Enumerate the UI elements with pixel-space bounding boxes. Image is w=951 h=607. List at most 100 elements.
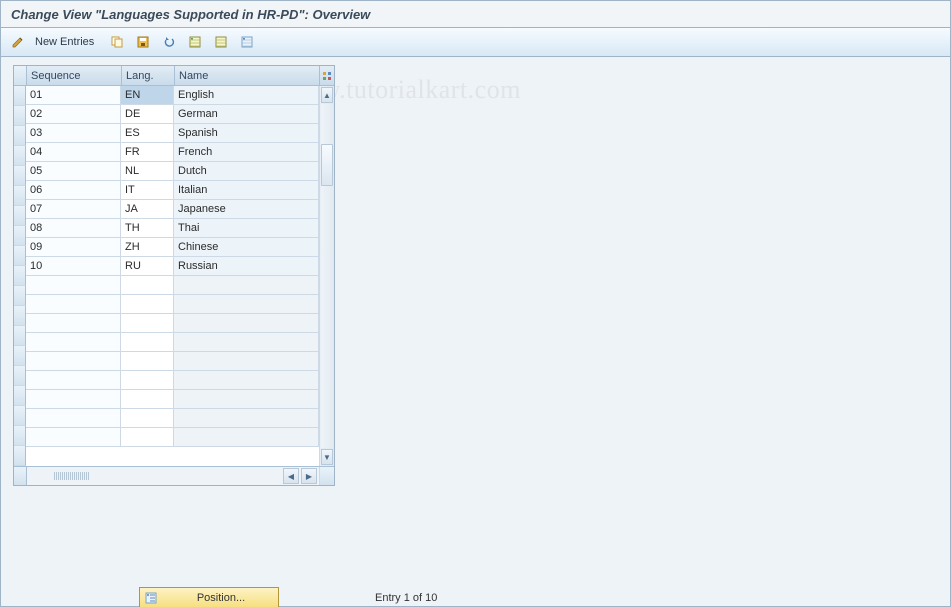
column-header-sequence[interactable]: Sequence	[27, 66, 122, 86]
row-selector[interactable]	[14, 286, 26, 306]
scroll-left-icon[interactable]: ◀	[283, 468, 299, 484]
table-row[interactable]	[26, 333, 319, 352]
row-selector[interactable]	[14, 246, 26, 266]
cell-lang[interactable]: IT	[121, 181, 174, 200]
table-settings-icon[interactable]	[320, 66, 334, 86]
cell-lang[interactable]: FR	[121, 143, 174, 162]
scroll-down-icon[interactable]: ▼	[321, 449, 333, 465]
table-row[interactable]: 08THThai	[26, 219, 319, 238]
row-selector[interactable]	[14, 366, 26, 386]
cell-sequence[interactable]	[26, 276, 121, 295]
cell-name[interactable]: French	[174, 143, 319, 162]
row-selector[interactable]	[14, 126, 26, 146]
table-row[interactable]: 07JAJapanese	[26, 200, 319, 219]
cell-sequence[interactable]: 02	[26, 105, 121, 124]
cell-sequence[interactable]: 10	[26, 257, 121, 276]
cell-sequence[interactable]: 03	[26, 124, 121, 143]
cell-sequence[interactable]	[26, 333, 121, 352]
cell-name[interactable]: Italian	[174, 181, 319, 200]
cell-name[interactable]	[174, 371, 319, 390]
cell-sequence[interactable]	[26, 390, 121, 409]
cell-name[interactable]: Spanish	[174, 124, 319, 143]
column-header-name[interactable]: Name	[175, 66, 320, 86]
scroll-up-icon[interactable]: ▲	[321, 87, 333, 103]
cell-lang[interactable]	[121, 333, 174, 352]
select-all-icon[interactable]	[184, 31, 206, 53]
cell-name[interactable]	[174, 409, 319, 428]
cell-sequence[interactable]: 09	[26, 238, 121, 257]
row-selector[interactable]	[14, 386, 26, 406]
cell-lang[interactable]: NL	[121, 162, 174, 181]
cell-sequence[interactable]	[26, 428, 121, 447]
cell-lang[interactable]	[121, 295, 174, 314]
row-selector[interactable]	[14, 226, 26, 246]
row-selector[interactable]	[14, 166, 26, 186]
column-header-lang[interactable]: Lang.	[122, 66, 175, 86]
cell-sequence[interactable]	[26, 295, 121, 314]
cell-name[interactable]: Dutch	[174, 162, 319, 181]
table-row[interactable]: 10RURussian	[26, 257, 319, 276]
row-selector[interactable]	[14, 186, 26, 206]
hscroll-handle-zone[interactable]	[27, 467, 117, 485]
cell-sequence[interactable]	[26, 352, 121, 371]
row-selector[interactable]	[14, 206, 26, 226]
cell-lang[interactable]: DE	[121, 105, 174, 124]
row-selector[interactable]	[14, 426, 26, 446]
undo-icon[interactable]	[158, 31, 180, 53]
cell-lang[interactable]: EN	[121, 86, 174, 105]
cell-lang[interactable]: RU	[121, 257, 174, 276]
table-row[interactable]	[26, 409, 319, 428]
row-selector-header[interactable]	[14, 66, 27, 86]
row-selector[interactable]	[14, 406, 26, 426]
cell-name[interactable]	[174, 333, 319, 352]
row-selector[interactable]	[14, 106, 26, 126]
row-selector[interactable]	[14, 346, 26, 366]
cell-sequence[interactable]	[26, 371, 121, 390]
cell-lang[interactable]: JA	[121, 200, 174, 219]
deselect-all-icon[interactable]	[210, 31, 232, 53]
scroll-right-icon[interactable]: ▶	[301, 468, 317, 484]
cell-sequence[interactable]: 06	[26, 181, 121, 200]
row-selector[interactable]	[14, 306, 26, 326]
cell-sequence[interactable]: 07	[26, 200, 121, 219]
cell-name[interactable]	[174, 276, 319, 295]
row-selector[interactable]	[14, 326, 26, 346]
table-row[interactable]: 04FRFrench	[26, 143, 319, 162]
cell-sequence[interactable]	[26, 409, 121, 428]
horizontal-scrollbar[interactable]: ◀ ▶	[117, 467, 319, 485]
cell-name[interactable]: Russian	[174, 257, 319, 276]
table-row[interactable]	[26, 428, 319, 447]
cell-sequence[interactable]: 01	[26, 86, 121, 105]
cell-lang[interactable]	[121, 276, 174, 295]
cell-lang[interactable]: ZH	[121, 238, 174, 257]
cell-name[interactable]	[174, 295, 319, 314]
change-mode-icon[interactable]	[7, 31, 29, 53]
cell-name[interactable]	[174, 428, 319, 447]
table-row[interactable]: 06ITItalian	[26, 181, 319, 200]
cell-lang[interactable]	[121, 390, 174, 409]
cell-lang[interactable]	[121, 371, 174, 390]
copy-icon[interactable]	[106, 31, 128, 53]
cell-sequence[interactable]: 05	[26, 162, 121, 181]
cell-name[interactable]	[174, 352, 319, 371]
table-row[interactable]: 03ESSpanish	[26, 124, 319, 143]
cell-sequence[interactable]	[26, 314, 121, 333]
cell-sequence[interactable]: 04	[26, 143, 121, 162]
row-selector[interactable]	[14, 446, 26, 466]
cell-name[interactable]	[174, 314, 319, 333]
table-row[interactable]	[26, 390, 319, 409]
table-row[interactable]	[26, 371, 319, 390]
cell-lang[interactable]	[121, 352, 174, 371]
row-selector[interactable]	[14, 146, 26, 166]
cell-lang[interactable]	[121, 314, 174, 333]
table-row[interactable]	[26, 352, 319, 371]
table-row[interactable]	[26, 276, 319, 295]
cell-lang[interactable]: TH	[121, 219, 174, 238]
delimit-icon[interactable]	[236, 31, 258, 53]
cell-name[interactable]: Japanese	[174, 200, 319, 219]
cell-name[interactable]: Thai	[174, 219, 319, 238]
cell-name[interactable]	[174, 390, 319, 409]
table-row[interactable]	[26, 314, 319, 333]
new-entries-button[interactable]: New Entries	[33, 36, 102, 48]
cell-name[interactable]: Chinese	[174, 238, 319, 257]
